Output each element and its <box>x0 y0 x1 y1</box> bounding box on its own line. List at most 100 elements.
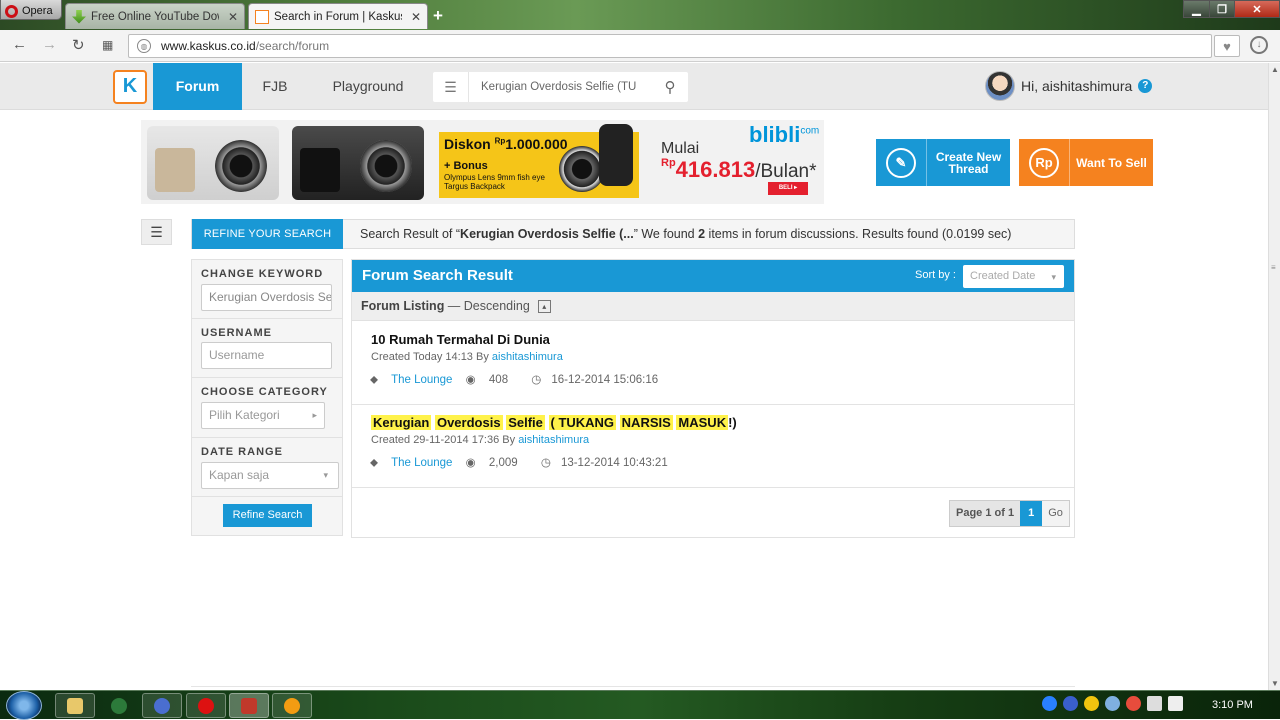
chevron-right-icon: ▸ <box>312 410 317 420</box>
listing-order: — Descending <box>444 299 530 313</box>
search-category-menu-icon[interactable]: ☰ <box>433 72 469 102</box>
clock[interactable]: 3:10 PM <box>1212 699 1253 711</box>
tray-icon[interactable] <box>1084 696 1099 711</box>
tab-close-icon[interactable]: ✕ <box>411 10 421 24</box>
date-range-select[interactable]: Kapan saja ▾ <box>201 462 339 489</box>
search-summary-bar: REFINE YOUR SEARCH Search Result of “Ker… <box>191 219 1075 249</box>
tab-title: Search in Forum | Kaskus - <box>274 10 402 23</box>
network-icon[interactable] <box>1147 696 1162 711</box>
search-icon[interactable]: ⚲ <box>652 78 688 96</box>
user-menu[interactable]: Hi, aishitashimura ? <box>985 71 1153 101</box>
want-to-sell-button[interactable]: Rp Want To Sell <box>1019 139 1153 186</box>
sort-label: Sort by : <box>915 269 956 281</box>
scroll-up-icon[interactable]: ▲ <box>1271 65 1279 74</box>
reload-icon[interactable]: ↻ <box>72 36 85 54</box>
taskbar-app-button[interactable] <box>272 693 312 718</box>
category-link[interactable]: The Lounge <box>391 374 452 386</box>
taskbar-app-button[interactable] <box>142 693 182 718</box>
windows-taskbar: 3:10 PM <box>0 690 1280 720</box>
author-link[interactable]: aishitashimura <box>518 434 589 446</box>
tray-icon[interactable] <box>1105 696 1120 711</box>
listing-label: Forum Listing <box>361 299 445 313</box>
opera-logo-icon <box>5 4 18 18</box>
create-thread-button[interactable]: ✎ Create New Thread <box>876 139 1010 186</box>
app-icon <box>241 697 257 714</box>
tab-close-icon[interactable]: ✕ <box>228 10 238 24</box>
site-header: K Forum FJB Playground ☰ Kerugian Overdo… <box>0 63 1268 110</box>
username-input[interactable]: Username <box>201 342 332 369</box>
url-path: /search/forum <box>255 39 330 53</box>
tab-title: Free Online YouTube Dow <box>91 10 219 23</box>
results-panel: Forum Search Result Sort by : Created Da… <box>351 259 1075 538</box>
nav-forum[interactable]: Forum <box>153 63 242 110</box>
bookmark-heart-icon[interactable]: ♥ <box>1214 35 1240 57</box>
browser-tab-kaskus[interactable]: Search in Forum | Kaskus - ✕ <box>248 3 428 29</box>
browser-tab-youtube[interactable]: Free Online YouTube Dow ✕ <box>65 3 245 29</box>
kaskus-favicon-icon <box>255 9 269 24</box>
nav-playground[interactable]: Playground <box>322 63 414 110</box>
author-link[interactable]: aishitashimura <box>492 351 563 363</box>
taskbar-explorer-button[interactable] <box>55 693 95 718</box>
blibli-banner-ad[interactable]: Diskon Rp1.000.000 + Bonus Olympus Lens … <box>141 120 824 204</box>
volume-icon[interactable] <box>1168 696 1183 711</box>
thread-title-link[interactable]: 10 Rumah Termahal Di Dunia <box>371 332 550 347</box>
page-info: Page 1 of 1 <box>950 501 1021 526</box>
refine-search-tab[interactable]: REFINE YOUR SEARCH <box>192 219 343 249</box>
search-input[interactable]: Kerugian Overdosis Selfie (TU <box>469 81 652 93</box>
promo-beli-button[interactable]: BELI ▸ <box>768 182 808 195</box>
camera-silver-image <box>147 126 279 200</box>
collapse-icon[interactable]: ▴ <box>537 300 551 314</box>
rupiah-icon: Rp <box>1029 147 1059 178</box>
clock-icon: ◷ <box>540 457 551 469</box>
sort-select[interactable]: Created Date ▾ <box>963 265 1064 288</box>
scroll-grip-icon[interactable]: ≡ <box>1271 263 1276 272</box>
tray-icon[interactable] <box>1126 696 1141 711</box>
pagination: Page 1 of 1 1 Go <box>949 500 1070 527</box>
url-host: www.kaskus.co.id <box>161 39 256 53</box>
site-search: ☰ Kerugian Overdosis Selfie (TU ⚲ <box>433 72 688 102</box>
taskbar-app-button[interactable] <box>99 693 139 718</box>
go-button[interactable]: Go <box>1042 501 1069 526</box>
speed-dial-grid-icon[interactable]: ▦ <box>102 38 113 52</box>
opera-icon <box>198 697 214 714</box>
promo-mulai: Mulai <box>661 140 700 157</box>
taskbar-opera-button[interactable] <box>186 693 226 718</box>
keyword-input[interactable]: Kerugian Overdosis Selfie <box>201 284 332 311</box>
nav-fjb[interactable]: FJB <box>255 63 295 110</box>
thread-meta: ⬥ The Lounge ◉ 2,009 ◷ 13-12-2014 10:43:2… <box>370 457 668 469</box>
tray-icon[interactable] <box>1063 696 1078 711</box>
thread-title-link[interactable]: Kerugian Overdosis Selfie ( TUKANG NARSI… <box>371 415 737 430</box>
thread-meta: ⬥ The Lounge ◉ 408 ◷ 16-12-2014 15:06:16 <box>370 374 659 386</box>
category-label: CHOOSE CATEGORY <box>201 386 328 398</box>
window-minimize-button[interactable]: ▁ <box>1183 0 1210 18</box>
forward-arrow-icon[interactable]: → <box>42 36 57 53</box>
avatar[interactable] <box>985 71 1015 101</box>
page-number-button[interactable]: 1 <box>1020 501 1043 526</box>
create-label-1: Create New <box>935 149 1002 164</box>
opera-menu-button[interactable]: Opera <box>0 0 62 20</box>
taskbar-app-button[interactable] <box>229 693 269 718</box>
help-icon[interactable]: ? <box>1138 79 1153 93</box>
address-bar[interactable]: ◍ www.kaskus.co.id/search/forum <box>128 34 1212 58</box>
blibli-logo: bliblicom <box>749 122 820 147</box>
download-icon[interactable]: ↓ <box>1250 36 1268 54</box>
promo-bonus: + Bonus <box>444 160 488 172</box>
page-scrollbar[interactable]: ▲ ≡ ▼ <box>1268 63 1280 690</box>
username-label: USERNAME <box>201 327 272 339</box>
tray-icon[interactable] <box>1042 696 1057 711</box>
start-button[interactable] <box>6 691 42 720</box>
window-maximize-button[interactable]: ❐ <box>1209 0 1235 18</box>
chevron-down-icon: ▾ <box>323 470 328 480</box>
app-icon <box>111 697 127 714</box>
refine-search-button[interactable]: Refine Search <box>223 504 312 527</box>
user-greeting[interactable]: Hi, aishitashimura <box>1021 78 1132 94</box>
sell-label: Want To Sell <box>1076 155 1147 170</box>
category-link[interactable]: The Lounge <box>391 457 452 469</box>
scroll-down-icon[interactable]: ▼ <box>1271 679 1279 688</box>
back-arrow-icon[interactable]: ← <box>12 36 27 53</box>
sidebar-toggle-icon[interactable]: ☰ <box>141 219 172 245</box>
window-close-button[interactable]: ✕ <box>1234 0 1280 18</box>
kaskus-logo[interactable]: K <box>113 70 147 104</box>
new-tab-button[interactable]: + <box>433 6 443 26</box>
category-select[interactable]: Pilih Kategori ▸ <box>201 402 325 429</box>
